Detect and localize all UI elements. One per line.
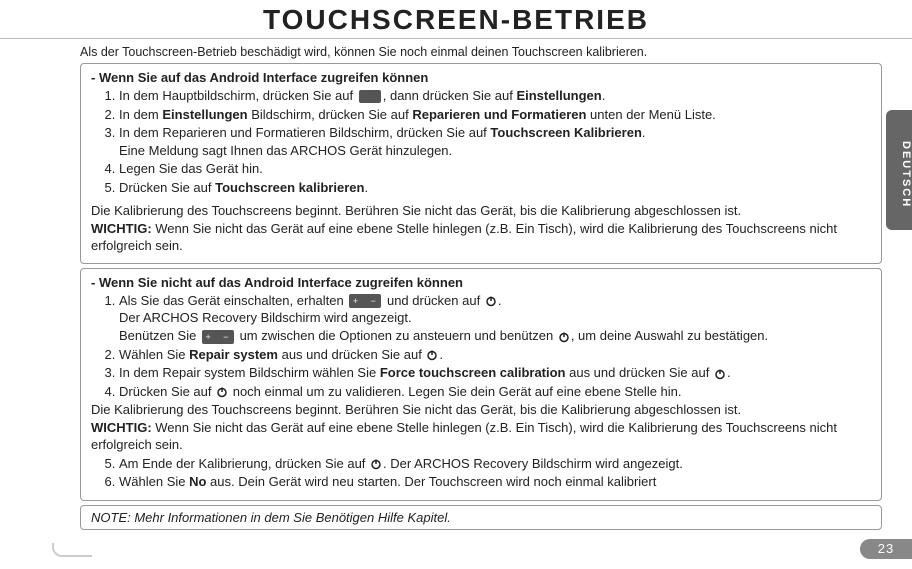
step-a4: Legen Sie das Gerät hin. xyxy=(119,160,871,178)
text: Drücken Sie auf xyxy=(119,384,215,399)
text: und drücken auf xyxy=(383,293,483,308)
step-a3: In dem Reparieren und Formatieren Bildsc… xyxy=(119,124,871,159)
text: unten der Menü Liste. xyxy=(586,107,715,122)
power-icon xyxy=(558,331,570,343)
text: , um deine Auswahl zu bestätigen. xyxy=(571,328,768,343)
power-icon xyxy=(714,368,726,380)
text: aus. Dein Gerät wird neu starten. Der To… xyxy=(206,474,656,489)
bold-text: Einstellungen xyxy=(162,107,247,122)
power-icon xyxy=(370,458,382,470)
subline-text: Benützen Sie um zwischen die Optionen zu… xyxy=(119,327,871,345)
text: . xyxy=(439,347,443,362)
step-b4: Drücken Sie auf noch einmal um zu validi… xyxy=(119,383,871,401)
bold-text: Repair system xyxy=(189,347,278,362)
page-title: TOUCHSCREEN-BETRIEB xyxy=(0,0,912,38)
subline-text: Der ARCHOS Recovery Bildschirm wird ange… xyxy=(119,309,871,327)
section-b-list-cont: Am Ende der Kalibrierung, drücken Sie au… xyxy=(91,455,871,491)
note-box: NOTE: Mehr Informationen in dem Sie Benö… xyxy=(80,505,882,530)
step-b1: Als Sie das Gerät einschalten, erhalten … xyxy=(119,292,871,345)
step-b2: Wählen Sie Repair system aus und drücken… xyxy=(119,346,871,364)
step-b5: Am Ende der Kalibrierung, drücken Sie au… xyxy=(119,455,871,473)
step-a1: In dem Hauptbildschirm, drücken Sie auf … xyxy=(119,87,871,105)
intro-text: Als der Touchscreen-Betrieb beschädigt w… xyxy=(80,45,882,59)
section-can-access: - Wenn Sie auf das Android Interface zug… xyxy=(80,63,882,264)
text: In dem xyxy=(119,107,162,122)
step-b3: In dem Repair system Bildschirm wählen S… xyxy=(119,364,871,382)
page-number: 23 xyxy=(860,539,912,559)
text: In dem Hauptbildschirm, drücken Sie auf xyxy=(119,88,353,103)
bold-text: No xyxy=(189,474,206,489)
home-icon xyxy=(359,90,381,103)
text: , dann drücken Sie auf xyxy=(383,88,517,103)
content-area: Als der Touchscreen-Betrieb beschädigt w… xyxy=(0,45,912,530)
wichtig-label: WICHTIG: xyxy=(91,420,152,435)
bold-text: Einstellungen xyxy=(516,88,601,103)
section-b-heading: - Wenn Sie nicht auf das Android Interfa… xyxy=(91,275,871,290)
bold-text: Touchscreen kalibrieren xyxy=(215,180,364,195)
section-b-list: Als Sie das Gerät einschalten, erhalten … xyxy=(91,292,871,400)
volume-rocker-icon xyxy=(349,294,381,308)
text: aus und drücken Sie auf xyxy=(278,347,425,362)
bold-text: Force touchscreen calibration xyxy=(380,365,566,380)
text: . xyxy=(727,365,731,380)
wichtig-text: Wenn Sie nicht das Gerät auf eine ebene … xyxy=(91,221,837,254)
text: Drücken Sie auf xyxy=(119,180,215,195)
power-icon xyxy=(426,349,438,361)
text: . xyxy=(498,293,502,308)
section-a-list: In dem Hauptbildschirm, drücken Sie auf … xyxy=(91,87,871,196)
title-rule xyxy=(0,38,912,39)
text: Wählen Sie xyxy=(119,347,189,362)
text: Am Ende der Kalibrierung, drücken Sie au… xyxy=(119,456,369,471)
text: In dem Repair system Bildschirm wählen S… xyxy=(119,365,380,380)
bold-text: Reparieren und Formatieren xyxy=(412,107,586,122)
text: . xyxy=(364,180,368,195)
language-side-tab: DEUTSCH xyxy=(886,110,912,230)
section-a-para: Die Kalibrierung des Touchscreens beginn… xyxy=(91,202,871,255)
power-icon xyxy=(216,386,228,398)
bold-text: Touchscreen Kalibrieren xyxy=(490,125,641,140)
text: Benützen Sie xyxy=(119,328,200,343)
text: Wählen Sie xyxy=(119,474,189,489)
step-a2: In dem Einstellungen Bildschirm, drücken… xyxy=(119,106,871,124)
section-b-mid-para: Die Kalibrierung des Touchscreens beginn… xyxy=(91,401,871,454)
step-a5: Drücken Sie auf Touchscreen kalibrieren. xyxy=(119,179,871,197)
text: aus und drücken Sie auf xyxy=(566,365,713,380)
wichtig-label: WICHTIG: xyxy=(91,221,152,236)
step-b6: Wählen Sie No aus. Dein Gerät wird neu s… xyxy=(119,473,871,491)
text: um zwischen die Optionen zu ansteuern un… xyxy=(236,328,557,343)
power-icon xyxy=(485,295,497,307)
wichtig-text: Wenn Sie nicht das Gerät auf eine ebene … xyxy=(91,420,837,453)
text: Die Kalibrierung des Touchscreens beginn… xyxy=(91,203,741,218)
subline-text: Eine Meldung sagt Ihnen das ARCHOS Gerät… xyxy=(119,142,871,160)
section-cannot-access: - Wenn Sie nicht auf das Android Interfa… xyxy=(80,268,882,501)
text: Die Kalibrierung des Touchscreens beginn… xyxy=(91,402,741,417)
text: Als Sie das Gerät einschalten, erhalten xyxy=(119,293,347,308)
text: In dem Reparieren und Formatieren Bildsc… xyxy=(119,125,490,140)
text: . xyxy=(642,125,646,140)
volume-rocker-icon xyxy=(202,330,234,344)
text: . xyxy=(602,88,606,103)
text: noch einmal um zu validieren. Legen Sie … xyxy=(229,384,681,399)
corner-decoration xyxy=(52,543,92,557)
section-a-heading: - Wenn Sie auf das Android Interface zug… xyxy=(91,70,871,85)
text: Bildschirm, drücken Sie auf xyxy=(248,107,413,122)
text: . Der ARCHOS Recovery Bildschirm wird an… xyxy=(383,456,683,471)
